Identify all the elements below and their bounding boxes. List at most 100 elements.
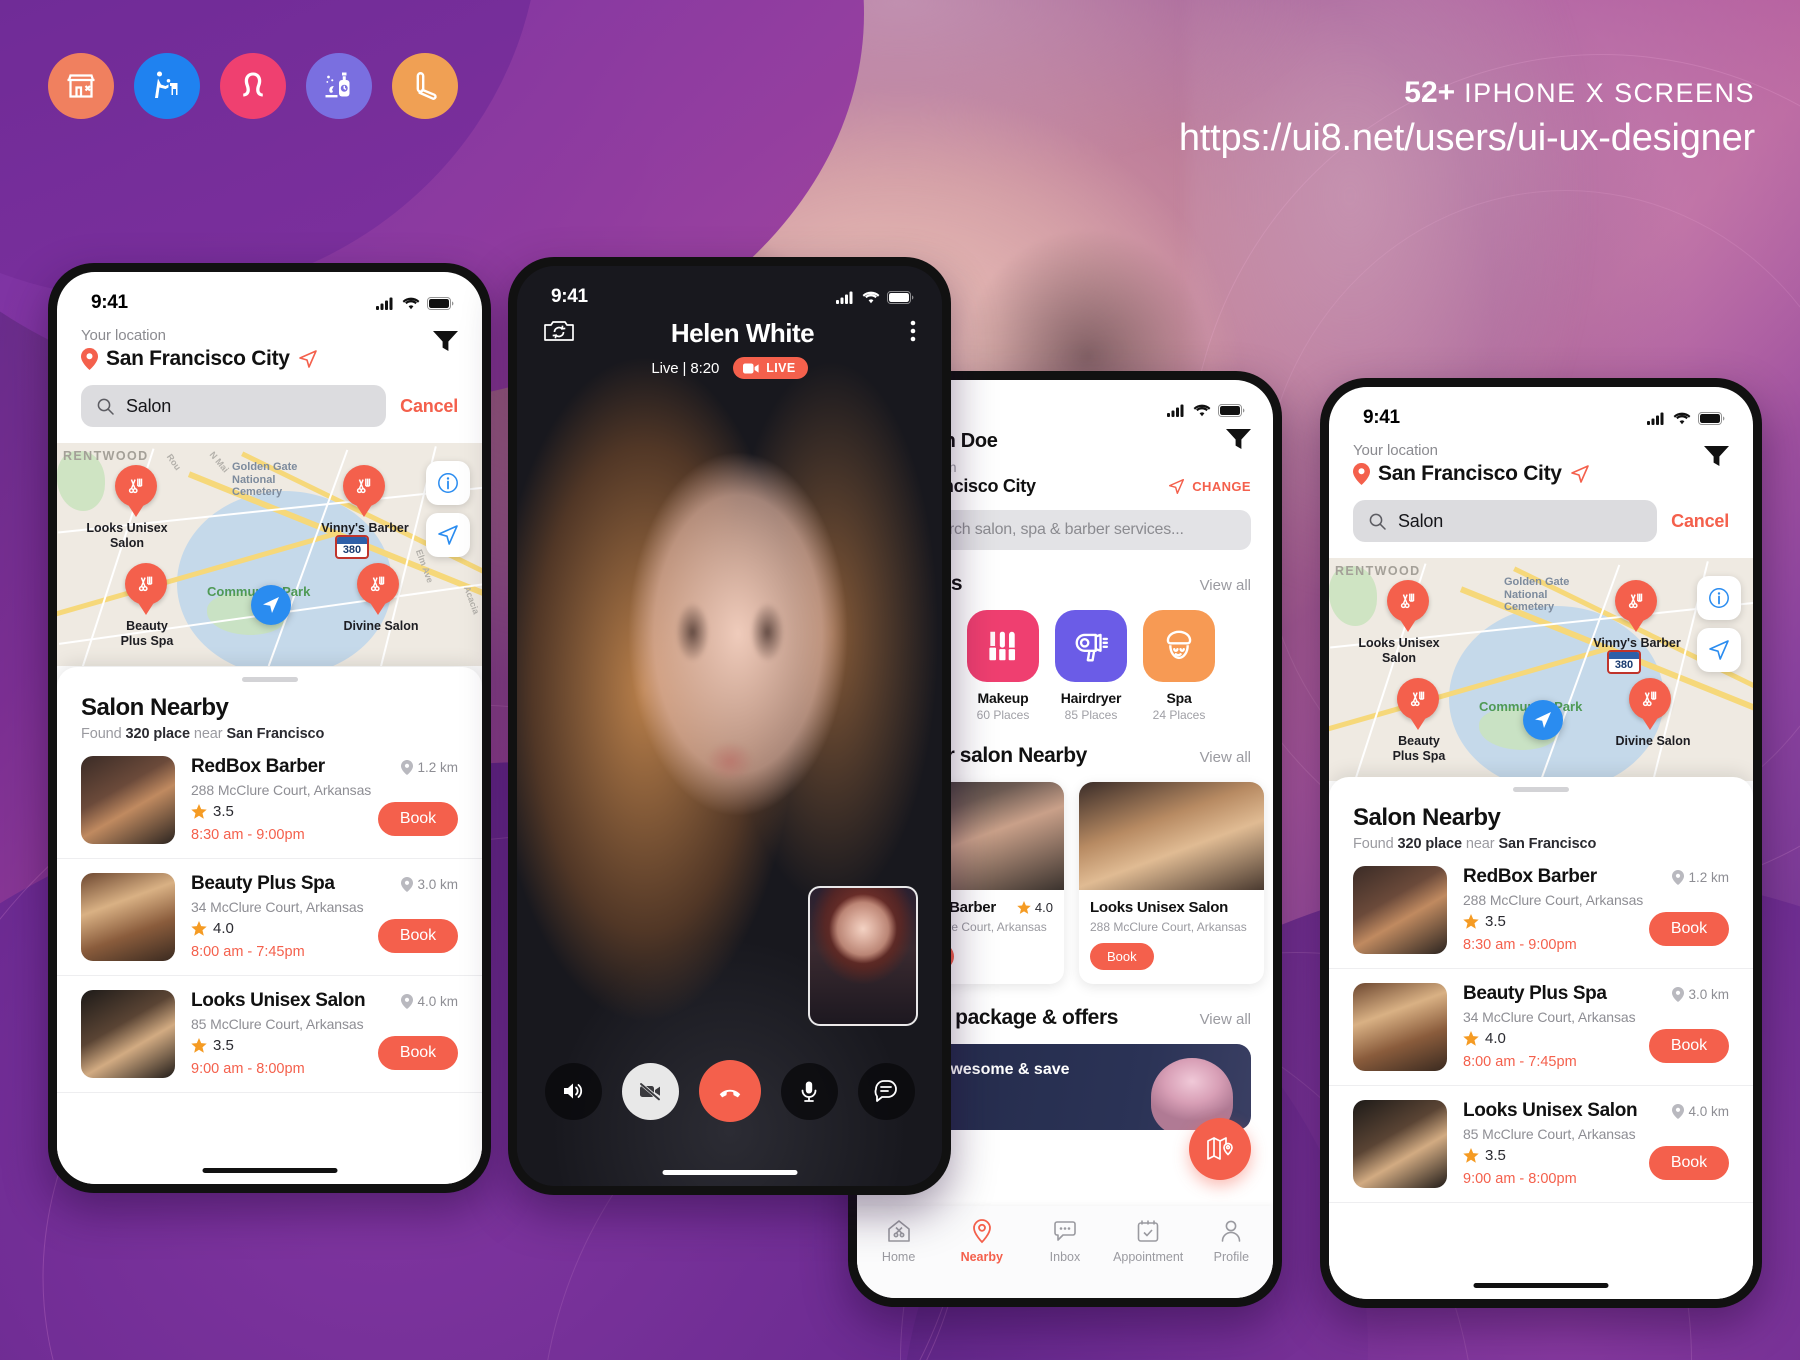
- home-indicator: [1473, 1283, 1609, 1288]
- map-pin-looks-unisex[interactable]: [1387, 580, 1429, 634]
- map-view[interactable]: RENTWOOD Golden Gate National Cemetery C…: [1329, 558, 1753, 781]
- scissors-comb-icon: [356, 478, 371, 494]
- self-view-pip[interactable]: [808, 886, 918, 1026]
- scissors-comb-icon: [128, 478, 143, 494]
- service-spa[interactable]: Spa 24 Places: [1143, 610, 1215, 722]
- found-mid: near: [189, 726, 227, 742]
- locate-arrow-icon[interactable]: [1570, 464, 1590, 484]
- list-item[interactable]: Looks Unisex Salon 288 McClure Court, Ar…: [1079, 782, 1264, 984]
- more-options-button[interactable]: [910, 318, 916, 349]
- map-pin-divine-salon[interactable]: [1629, 678, 1671, 732]
- map-view[interactable]: RENTWOOD Golden Gate National Cemetery C…: [57, 443, 482, 666]
- view-all-link[interactable]: View all: [1200, 749, 1251, 766]
- map-pin-divine-salon[interactable]: [357, 563, 399, 617]
- video-off-button[interactable]: [621, 1062, 679, 1120]
- map-locate-button[interactable]: [1697, 628, 1741, 672]
- hangup-button[interactable]: [698, 1060, 761, 1122]
- info-icon: [438, 473, 458, 493]
- book-button[interactable]: Book: [377, 802, 458, 836]
- rating-value: 3.5: [1485, 913, 1506, 930]
- cancel-button[interactable]: Cancel: [400, 396, 458, 417]
- table-row[interactable]: Looks Unisex Salon 85 McClure Court, Ark…: [1329, 1086, 1753, 1203]
- status-bar: 9:41: [1329, 387, 1753, 433]
- map-fab-button[interactable]: [1189, 1118, 1251, 1180]
- map-info-button[interactable]: [426, 461, 470, 505]
- speaker-button[interactable]: [544, 1062, 602, 1120]
- live-badge-label: LIVE: [766, 361, 796, 375]
- change-location-button[interactable]: CHANGE: [1168, 478, 1251, 495]
- map-info-button[interactable]: [1697, 576, 1741, 620]
- star-icon: [191, 920, 207, 936]
- location-label: Your location: [81, 327, 166, 344]
- book-button[interactable]: Book: [1648, 1146, 1729, 1180]
- video-off-icon: [638, 1081, 662, 1102]
- map-street-label: Rou: [164, 452, 184, 473]
- location-row[interactable]: San Francisco City: [1353, 462, 1729, 486]
- map-locate-button[interactable]: [426, 513, 470, 557]
- search-input[interactable]: Salon: [1353, 500, 1658, 542]
- rating-value: 3.5: [1485, 1147, 1506, 1164]
- spa-glyph: [1166, 630, 1192, 660]
- home-scissors-icon: [887, 1220, 910, 1242]
- tab-profile[interactable]: Profile: [1193, 1218, 1269, 1264]
- location-row[interactable]: San Francisco City: [81, 347, 458, 371]
- book-button[interactable]: Book: [377, 919, 458, 953]
- book-button[interactable]: Book: [1090, 943, 1154, 970]
- view-all-link[interactable]: View all: [1200, 1011, 1251, 1028]
- table-row[interactable]: Looks Unisex Salon 85 McClure Court, Ark…: [57, 976, 482, 1093]
- locate-arrow-icon[interactable]: [298, 349, 318, 369]
- current-location-dot: [1523, 700, 1563, 740]
- salon-rating: 4.0: [1017, 900, 1053, 915]
- filter-button[interactable]: [1704, 445, 1729, 472]
- filter-button[interactable]: [1226, 428, 1251, 455]
- view-all-link[interactable]: View all: [1200, 577, 1251, 594]
- map-pin-beauty-plus-spa[interactable]: [125, 563, 167, 617]
- chat-bubble-icon: [874, 1080, 897, 1102]
- tab-inbox[interactable]: Inbox: [1027, 1218, 1103, 1264]
- service-hairdryer[interactable]: Hairdryer 85 Places: [1055, 610, 1127, 722]
- scissors-comb-icon: [1628, 593, 1643, 609]
- service-makeup[interactable]: Makeup 60 Places: [967, 610, 1039, 722]
- flip-camera-button[interactable]: [543, 318, 575, 349]
- star-icon: [191, 803, 207, 819]
- tab-home[interactable]: Home: [861, 1218, 937, 1264]
- chat-bubble-icon: [1054, 1221, 1076, 1241]
- tab-nearby[interactable]: Nearby: [944, 1218, 1020, 1264]
- tab-appointment[interactable]: Appointment: [1110, 1218, 1186, 1264]
- rating-value: 4.0: [213, 920, 234, 937]
- map-pin-beauty-plus-spa[interactable]: [1397, 678, 1439, 732]
- table-row[interactable]: RedBox Barber 288 McClure Court, Arkansa…: [57, 742, 482, 859]
- filter-button[interactable]: [433, 330, 458, 357]
- salon-distance: 1.2 km: [1672, 870, 1729, 885]
- map-pin-label: Looks Unisex Salon: [1358, 636, 1440, 665]
- home-indicator: [662, 1170, 797, 1175]
- table-row[interactable]: Beauty Plus Spa 34 McClure Court, Arkans…: [1329, 969, 1753, 1086]
- book-button[interactable]: Book: [1648, 912, 1729, 946]
- search-value: Salon: [1398, 510, 1444, 531]
- search-value: Salon: [126, 395, 172, 416]
- cancel-button[interactable]: Cancel: [1671, 511, 1729, 532]
- tab-label: Nearby: [960, 1250, 1003, 1264]
- mic-button[interactable]: [780, 1062, 838, 1120]
- phone-1-screen: 9:41 Your location San Francisco City Sa…: [57, 272, 482, 1184]
- tab-label: Profile: [1213, 1250, 1250, 1264]
- service-places: 24 Places: [1152, 708, 1206, 722]
- table-row[interactable]: Beauty Plus Spa 34 McClure Court, Arkans…: [57, 859, 482, 976]
- book-button[interactable]: Book: [377, 1036, 458, 1070]
- table-row[interactable]: RedBox Barber 288 McClure Court, Arkansa…: [1329, 852, 1753, 969]
- map-pin-vinnys-barber[interactable]: [1615, 580, 1657, 634]
- map-pin-vinnys-barber[interactable]: [343, 465, 385, 519]
- distance-value: 1.2 km: [1688, 870, 1729, 885]
- hairdryer-glyph: [1075, 633, 1109, 662]
- caller-name: Helen White: [670, 318, 815, 348]
- promo-headline: 52+ IPHONE X SCREENS https://ui8.net/use…: [1179, 78, 1755, 158]
- map-fab-icon: [1207, 1137, 1233, 1160]
- status-time: 9:41: [1363, 407, 1400, 428]
- speaker-icon: [564, 1083, 583, 1099]
- map-pin-looks-unisex[interactable]: [115, 465, 157, 519]
- book-button[interactable]: Book: [1648, 1029, 1729, 1063]
- phone-2-screen: 9:41 Helen White Live | 8:20 LIVE: [517, 266, 942, 1186]
- video-camera-icon: [743, 363, 759, 373]
- chat-button[interactable]: [857, 1062, 915, 1120]
- search-input[interactable]: Salon: [81, 385, 387, 427]
